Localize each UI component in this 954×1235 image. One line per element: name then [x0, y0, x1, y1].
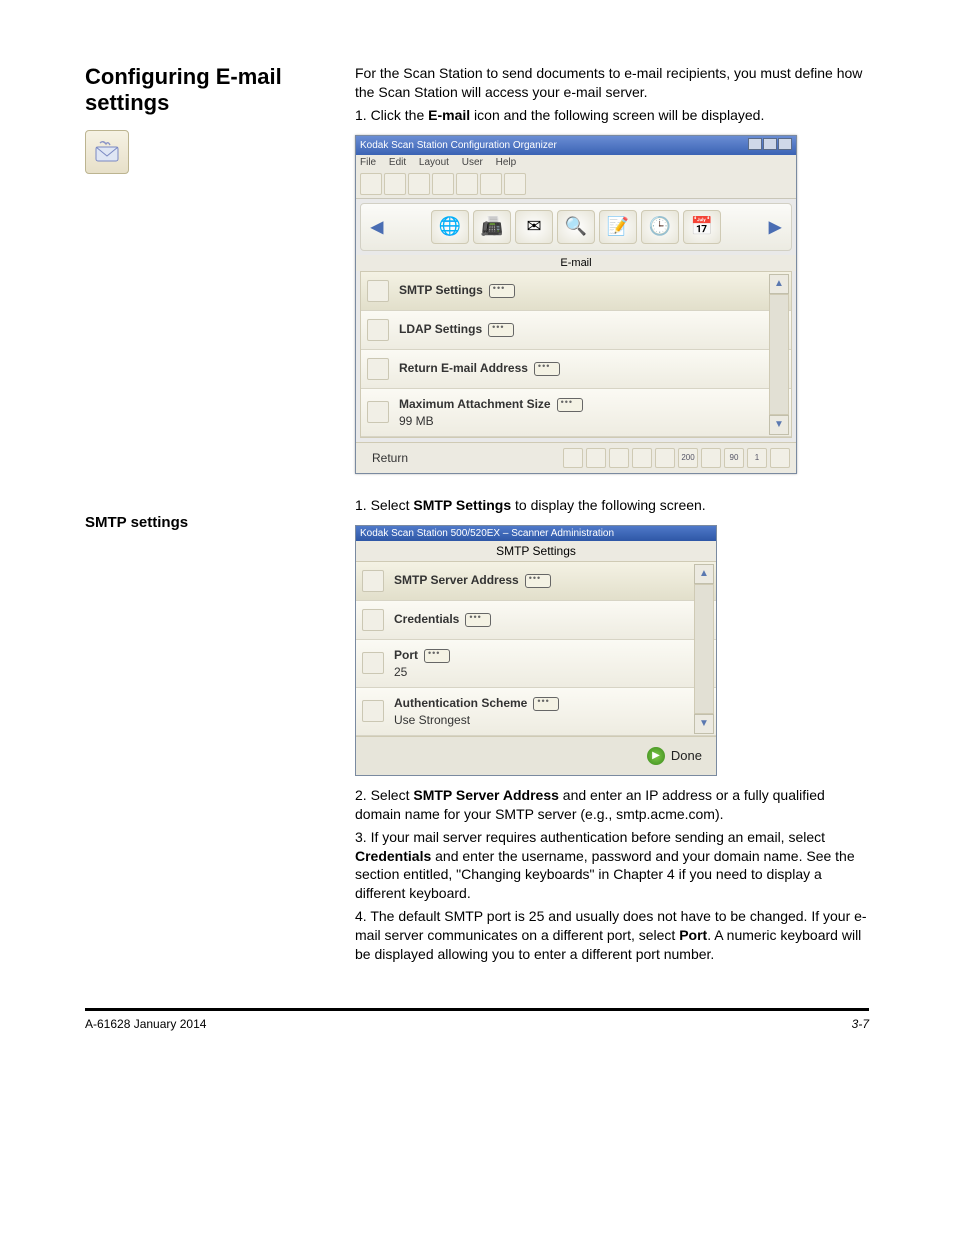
scroll-up-icon[interactable]: ▲ — [694, 564, 714, 584]
mini-icon[interactable] — [655, 448, 675, 468]
bottom-bar: Return 200 90 1 — [356, 442, 796, 473]
status-icon-strip: 200 90 1 — [563, 448, 790, 468]
more-icon — [489, 284, 515, 298]
more-icon — [533, 697, 559, 711]
checkbox[interactable] — [362, 700, 384, 722]
list-item-ldap-settings[interactable]: LDAP Settings — [361, 311, 791, 350]
more-icon — [424, 649, 450, 663]
mini-icon-90[interactable]: 90 — [724, 448, 744, 468]
toolbar-button[interactable] — [480, 173, 502, 195]
config-organizer-window: Kodak Scan Station Configuration Organiz… — [355, 135, 797, 474]
mini-icon[interactable] — [701, 448, 721, 468]
menu-user[interactable]: User — [462, 157, 483, 168]
checkbox[interactable] — [367, 319, 389, 341]
checkbox[interactable] — [362, 609, 384, 631]
window-title: Kodak Scan Station Configuration Organiz… — [360, 140, 557, 151]
toolbar-button[interactable] — [384, 173, 406, 195]
page-footer: A-61628 January 2014 3-7 — [85, 1008, 869, 1031]
mini-icon[interactable] — [770, 448, 790, 468]
toolbar-button[interactable] — [408, 173, 430, 195]
heading-configuring-email: Configuring E-mail settings — [85, 64, 335, 116]
list-item-auth-scheme[interactable]: Authentication Scheme Use Strongest — [356, 688, 716, 736]
list-item-credentials[interactable]: Credentials — [356, 601, 716, 640]
checkbox[interactable] — [367, 401, 389, 423]
list-item-return-email[interactable]: Return E-mail Address — [361, 350, 791, 389]
mini-icon[interactable] — [609, 448, 629, 468]
checkbox[interactable] — [367, 358, 389, 380]
menu-file[interactable]: File — [360, 157, 376, 168]
more-icon — [557, 398, 583, 412]
window-subheading: SMTP Settings — [356, 541, 716, 562]
checkbox[interactable] — [362, 652, 384, 674]
checkbox[interactable] — [362, 570, 384, 592]
step-smtp-select: 1. Select SMTP Settings to display the f… — [355, 496, 869, 515]
category-icon-row: ◀ 🌐 📠 ✉ 🔍 📝 🕒 📅 ▶ — [360, 203, 792, 251]
nav-left-icon[interactable]: ◀ — [369, 214, 385, 240]
footer-doc-id: A-61628 January 2014 — [85, 1017, 206, 1031]
more-icon — [465, 613, 491, 627]
window-control-buttons[interactable] — [747, 138, 792, 153]
scroll-up-icon[interactable]: ▲ — [769, 274, 789, 294]
email-settings-list: ▲ ▼ SMTP Settings LDAP Settings Return E… — [360, 271, 792, 438]
edit-icon[interactable]: 📝 — [599, 210, 637, 244]
toolbar-button[interactable] — [432, 173, 454, 195]
menu-edit[interactable]: Edit — [389, 157, 406, 168]
menu-bar[interactable]: File Edit Layout User Help — [356, 155, 796, 170]
step-3-credentials: 3. If your mail server requires authenti… — [355, 828, 869, 904]
nav-right-icon[interactable]: ▶ — [767, 214, 783, 240]
scroll-down-icon[interactable]: ▼ — [769, 415, 789, 435]
step-1: 1. Click the E-mail icon and the followi… — [355, 106, 869, 125]
mini-icon[interactable] — [586, 448, 606, 468]
scanner-icon[interactable]: 🔍 — [557, 210, 595, 244]
mini-icon[interactable] — [632, 448, 652, 468]
intro-paragraph: For the Scan Station to send documents t… — [355, 64, 869, 102]
list-item-port[interactable]: Port 25 — [356, 640, 716, 688]
scrollbar-track[interactable] — [769, 294, 789, 415]
email-icon — [85, 130, 129, 174]
toolbar-button[interactable] — [456, 173, 478, 195]
menu-layout[interactable]: Layout — [419, 157, 449, 168]
list-item-smtp-settings[interactable]: SMTP Settings — [361, 272, 791, 311]
return-button[interactable]: Return — [362, 447, 418, 469]
language-icon[interactable]: 🌐 — [431, 210, 469, 244]
play-icon: ▶ — [647, 747, 665, 765]
window-titlebar: Kodak Scan Station 500/520EX – Scanner A… — [356, 526, 716, 541]
list-item-max-attachment[interactable]: Maximum Attachment Size 99 MB — [361, 389, 791, 437]
scrollbar-track[interactable] — [694, 584, 714, 714]
auth-scheme-value: Use Strongest — [394, 713, 559, 727]
step-2-server-address: 2. Select SMTP Server Address and enter … — [355, 786, 869, 824]
heading-smtp-settings: SMTP settings — [85, 514, 335, 531]
email-category-icon[interactable]: ✉ — [515, 210, 553, 244]
small-toolbar — [356, 170, 796, 199]
done-button[interactable]: ▶ Done — [647, 747, 702, 765]
toolbar-button[interactable] — [360, 173, 382, 195]
mini-icon-1[interactable]: 1 — [747, 448, 767, 468]
footer-page-number: 3-7 — [852, 1017, 869, 1031]
fax-icon[interactable]: 📠 — [473, 210, 511, 244]
toolbar-button[interactable] — [504, 173, 526, 195]
section-label-email: E-mail — [356, 255, 796, 271]
smtp-settings-window: Kodak Scan Station 500/520EX – Scanner A… — [355, 525, 717, 776]
mini-icon-200[interactable]: 200 — [678, 448, 698, 468]
mini-icon[interactable] — [563, 448, 583, 468]
clock-icon[interactable]: 🕒 — [641, 210, 679, 244]
more-icon — [525, 574, 551, 588]
calendar-icon[interactable]: 📅 — [683, 210, 721, 244]
more-icon — [534, 362, 560, 376]
window-titlebar: Kodak Scan Station Configuration Organiz… — [356, 136, 796, 155]
checkbox[interactable] — [367, 280, 389, 302]
list-item-smtp-server-address[interactable]: SMTP Server Address — [356, 562, 716, 601]
step-4-port: 4. The default SMTP port is 25 and usual… — [355, 907, 869, 964]
port-value: 25 — [394, 665, 450, 679]
more-icon — [488, 323, 514, 337]
scroll-down-icon[interactable]: ▼ — [694, 714, 714, 734]
max-attachment-value: 99 MB — [399, 414, 583, 428]
menu-help[interactable]: Help — [496, 157, 517, 168]
